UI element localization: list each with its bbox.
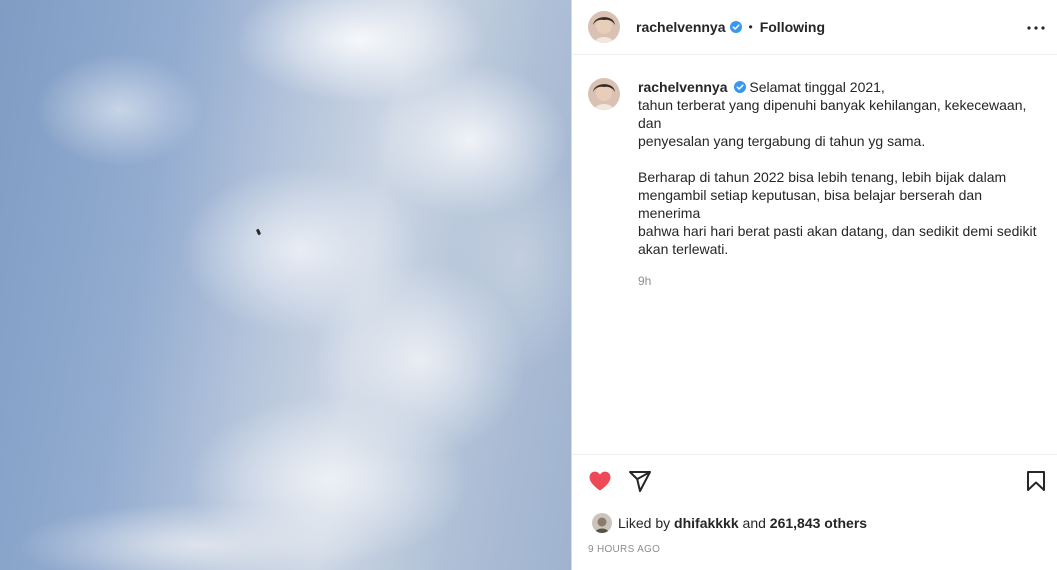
post-photo[interactable] bbox=[0, 0, 571, 570]
author-username[interactable]: rachelvennya bbox=[636, 19, 726, 35]
caption-first-line: rachelvennya Selamat tinggal 2021, bbox=[638, 78, 1038, 96]
post-header: rachelvennya • Following bbox=[572, 0, 1057, 55]
post-actions-section: Liked by dhifakkkk and 261,843 others 9 … bbox=[572, 454, 1057, 570]
action-icons-row bbox=[588, 469, 652, 493]
caption-text-line: Berharap di tahun 2022 bisa lebih tenang… bbox=[638, 169, 1007, 185]
bird-speck bbox=[255, 228, 262, 236]
likes-prefix: Liked by bbox=[618, 515, 671, 531]
caption-text-line: akan terlewati. bbox=[638, 241, 729, 257]
caption-text-line: Selamat tinggal 2021, bbox=[749, 79, 885, 95]
caption-text-line: mengambil setiap keputusan, bisa belajar… bbox=[638, 187, 982, 221]
post-timestamp[interactable]: 9 HOURS AGO bbox=[588, 544, 660, 555]
verified-badge-icon bbox=[733, 81, 746, 93]
caption-text-line: tahun terberat yang dipenuhi banyak kehi… bbox=[638, 97, 1027, 131]
caption-text-line: bahwa hari hari berat pasti akan datang,… bbox=[638, 223, 1037, 239]
likes-summary: Liked by dhifakkkk and 261,843 others bbox=[592, 513, 867, 533]
heart-icon[interactable] bbox=[588, 469, 612, 493]
more-options-icon[interactable] bbox=[1024, 16, 1048, 40]
header-separator: • bbox=[748, 20, 753, 34]
bookmark-icon[interactable] bbox=[1024, 469, 1048, 493]
author-avatar[interactable] bbox=[588, 11, 620, 43]
caption-paragraph-gap bbox=[638, 150, 1038, 168]
caption-username[interactable]: rachelvennya bbox=[638, 79, 728, 95]
caption-relative-time[interactable]: 9h bbox=[638, 272, 1038, 290]
following-button[interactable]: Following bbox=[760, 19, 825, 35]
verified-badge-icon bbox=[729, 21, 742, 33]
caption-body: rachelvennya Selamat tinggal 2021, tahun… bbox=[638, 78, 1038, 290]
likes-joiner: and bbox=[742, 515, 766, 531]
post-side-panel: rachelvennya • Following rachelvennya Se… bbox=[571, 0, 1057, 570]
paper-plane-icon[interactable] bbox=[628, 469, 652, 493]
liker-username[interactable]: dhifakkkk bbox=[674, 515, 739, 531]
caption-text-line: penyesalan yang tergabung di tahun yg sa… bbox=[638, 133, 926, 149]
liker-avatar[interactable] bbox=[592, 513, 612, 533]
likes-count[interactable]: 261,843 others bbox=[770, 515, 867, 531]
caption-avatar[interactable] bbox=[588, 78, 620, 110]
post-caption: rachelvennya Selamat tinggal 2021, tahun… bbox=[588, 78, 1048, 290]
